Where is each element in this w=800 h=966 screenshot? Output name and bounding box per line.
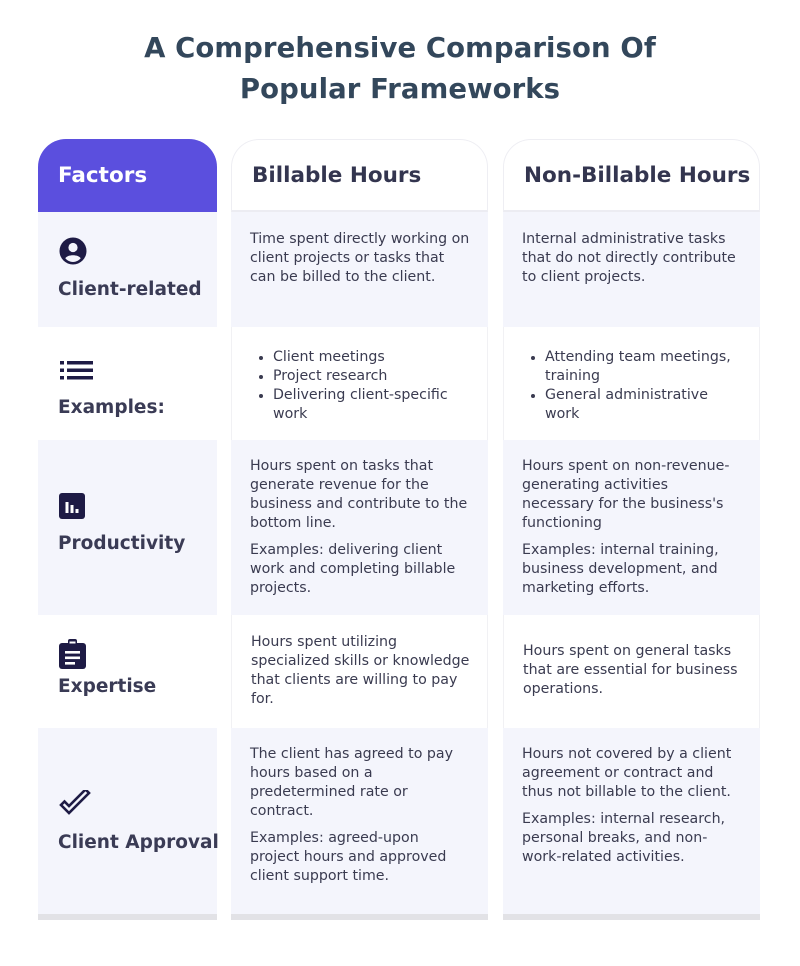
nonbillable-cell-productivity: Hours spent on non-revenue-generating ac… — [503, 440, 760, 615]
nonbillable-cell-client-related: Internal administrative tasks that do no… — [503, 212, 760, 327]
factor-label: Examples: — [58, 397, 165, 418]
billable-column: Billable Hours Time spent directly worki… — [231, 139, 488, 920]
cell-text: Hours spent on general tasks that are es… — [523, 643, 738, 697]
list-item: Delivering client-specific work — [251, 386, 471, 424]
clipboard-icon — [59, 639, 86, 669]
cell-examples-text: Examples: internal research, personal br… — [522, 811, 726, 865]
cell-examples-text: Examples: internal training, business de… — [522, 542, 719, 596]
cell-text: The client has agreed to pay hours based… — [250, 746, 454, 819]
nonbillable-column: Non-Billable Hours Internal administrati… — [503, 139, 760, 920]
list-item: General administrative work — [523, 386, 743, 424]
list-item: Project research — [251, 367, 471, 386]
cell-text: Hours spent on tasks that generate reven… — [250, 458, 468, 531]
column-footer-bar — [231, 914, 488, 920]
column-footer-bar — [503, 914, 760, 920]
factor-cell-client-related: Client-related — [38, 212, 217, 327]
list-item: Attending team meetings, training — [523, 348, 743, 386]
factor-cell-examples: Examples: — [38, 327, 217, 440]
cell-examples-text: Examples: agreed-upon project hours and … — [250, 830, 447, 884]
factor-label: Productivity — [58, 533, 186, 554]
title-line-2: Popular Frameworks — [239, 73, 561, 105]
billable-examples-list: Client meetings Project research Deliver… — [251, 348, 471, 424]
cell-text: Internal administrative tasks that do no… — [522, 231, 736, 285]
title-line-1: A Comprehensive Comparison Of — [144, 32, 656, 64]
page-title: A Comprehensive Comparison Of Popular Fr… — [0, 28, 800, 110]
billable-cell-examples: Client meetings Project research Deliver… — [231, 327, 488, 440]
column-footer-bar — [38, 914, 217, 920]
factor-cell-expertise: Expertise — [38, 615, 217, 728]
cell-text: Hours not covered by a client agreement … — [522, 746, 732, 800]
nonbillable-examples-list: Attending team meetings, training Genera… — [523, 348, 743, 424]
billable-header: Billable Hours — [231, 139, 488, 212]
billable-cell-expertise: Hours spent utilizing specialized skills… — [231, 615, 488, 728]
factor-cell-client-approval: Client Approval — [38, 728, 219, 914]
nonbillable-cell-examples: Attending team meetings, training Genera… — [503, 327, 760, 440]
billable-cell-client-approval: The client has agreed to pay hours based… — [231, 728, 488, 914]
billable-cell-client-related: Time spent directly working on client pr… — [231, 212, 488, 327]
bar-chart-icon — [59, 493, 85, 519]
factors-column: Factors Client-related Examples: Product… — [38, 139, 219, 920]
list-icon — [59, 359, 95, 381]
billable-cell-productivity: Hours spent on tasks that generate reven… — [231, 440, 488, 615]
checkmark-icon — [59, 787, 91, 816]
factor-label: Client Approval — [58, 832, 219, 853]
nonbillable-cell-expertise: Hours spent on general tasks that are es… — [503, 615, 760, 728]
factor-label: Expertise — [58, 676, 157, 697]
list-item: Client meetings — [251, 348, 471, 367]
factor-cell-productivity: Productivity — [38, 440, 217, 615]
nonbillable-header: Non-Billable Hours — [503, 139, 760, 212]
cell-text: Hours spent on non-revenue-generating ac… — [522, 458, 730, 531]
factors-header: Factors — [38, 139, 217, 212]
factor-label: Client-related — [58, 279, 202, 300]
user-circle-icon — [59, 237, 87, 265]
cell-text: Time spent directly working on client pr… — [250, 231, 470, 285]
cell-text: Hours spent utilizing specialized skills… — [251, 634, 470, 707]
cell-examples-text: Examples: delivering client work and com… — [250, 542, 456, 596]
nonbillable-cell-client-approval: Hours not covered by a client agreement … — [503, 728, 760, 914]
